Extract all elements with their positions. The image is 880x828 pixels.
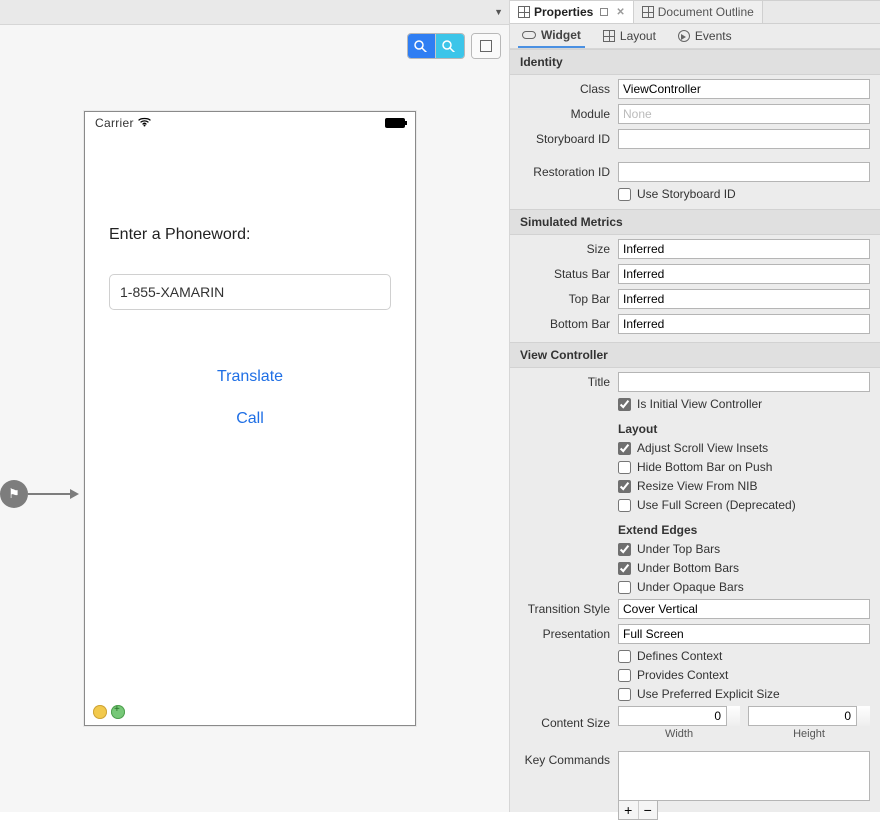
call-button[interactable]: Call [109,410,391,428]
extend-edges-heading: Extend Edges [618,523,870,537]
module-input[interactable] [618,104,870,124]
class-label: Class [520,82,618,96]
topbar-label: Top Bar [520,292,618,306]
resize-from-nib-checkbox[interactable] [618,480,631,493]
storyboard-id-label: Storyboard ID [520,132,618,146]
transition-select[interactable]: Cover Vertical [618,599,870,619]
module-label: Module [520,107,618,121]
section-identity: Identity [510,49,880,75]
bottombar-label: Bottom Bar [520,317,618,331]
bottombar-select[interactable]: Inferred [618,314,870,334]
topbar-select[interactable]: Inferred [618,289,870,309]
key-commands-remove-button[interactable]: − [639,801,658,819]
section-simulated-metrics: Simulated Metrics [510,209,880,235]
adjust-scroll-insets-checkbox[interactable] [618,442,631,455]
under-bottom-bars-checkbox[interactable] [618,562,631,575]
transition-label: Transition Style [520,602,618,616]
title-input[interactable] [618,372,870,392]
hide-bottom-bar-checkbox[interactable] [618,461,631,474]
scene-view-controller[interactable]: Carrier Enter a Phoneword: 1-855-XAMARIN… [84,111,416,726]
close-panel-icon[interactable]: ✕ [616,7,624,18]
phoneword-textfield[interactable]: 1-855-XAMARIN [109,274,391,310]
translate-button[interactable]: Translate [109,368,391,386]
phoneword-prompt: Enter a Phoneword: [109,226,391,244]
size-label: Size [520,242,618,256]
scene-dock [93,705,125,719]
designer-pane: ▼ ⚑ [0,0,510,812]
full-screen-checkbox[interactable] [618,499,631,512]
provides-context-checkbox[interactable] [618,669,631,682]
bounds-icon [480,40,492,52]
height-stepper[interactable] [856,706,870,726]
events-icon [678,30,690,42]
entry-flag-icon: ⚑ [0,480,28,508]
panel-dropdown-icon[interactable]: ▼ [494,7,503,17]
panel-undock-icon[interactable] [600,8,608,16]
constraint-mode-2-button[interactable] [436,34,464,58]
content-width-input[interactable] [618,706,740,726]
designer-topbar: ▼ [0,0,509,25]
widget-icon [522,31,536,39]
subtab-widget[interactable]: Widget [518,24,585,48]
storyboard-id-input[interactable] [618,129,870,149]
simulated-status-bar: Carrier [85,112,415,134]
under-opaque-bars-checkbox[interactable] [618,581,631,594]
class-select[interactable]: ViewController [618,79,870,99]
inspector-subtabs: Widget Layout Events [510,24,880,49]
use-storyboard-id-checkbox[interactable] [618,188,631,201]
subtab-events[interactable]: Events [674,25,736,47]
content-height-input[interactable] [748,706,870,726]
properties-icon [518,6,530,18]
layout-heading: Layout [618,422,870,436]
defines-context-checkbox[interactable] [618,650,631,663]
restoration-id-input[interactable] [618,162,870,182]
tab-document-outline[interactable]: Document Outline [634,1,763,23]
height-sub-label: Height [793,728,825,740]
carrier-label: Carrier [95,116,134,130]
tab-properties[interactable]: Properties ✕ [510,1,634,23]
content-size-label: Content Size [520,716,618,730]
preferred-explicit-size-checkbox[interactable] [618,688,631,701]
designer-toolbar [0,25,509,67]
width-sub-label: Width [665,728,693,740]
wifi-icon [138,116,151,130]
battery-icon [385,118,405,128]
document-outline-icon [642,6,654,18]
key-commands-add-button[interactable]: + [619,801,639,819]
presentation-label: Presentation [520,627,618,641]
width-stepper[interactable] [726,706,740,726]
subtab-layout[interactable]: Layout [599,25,660,47]
is-initial-vc-checkbox[interactable] [618,398,631,411]
presentation-select[interactable]: Full Screen [618,624,870,644]
section-view-controller: View Controller [510,342,880,368]
layout-icon [603,30,615,42]
toggle-bounds-button[interactable] [472,34,500,58]
statusbar-label: Status Bar [520,267,618,281]
title-label: Title [520,375,618,389]
key-commands-list[interactable] [618,751,870,801]
key-commands-label: Key Commands [520,751,618,767]
initial-scene-arrow[interactable]: ⚑ [0,480,79,508]
add-control-icon[interactable] [111,705,125,719]
restoration-id-label: Restoration ID [520,165,618,179]
statusbar-select[interactable]: Inferred [618,264,870,284]
inspector-tabbar: Properties ✕ Document Outline [510,1,880,24]
under-top-bars-checkbox[interactable] [618,543,631,556]
size-select[interactable]: Inferred [618,239,870,259]
warning-icon[interactable] [93,705,107,719]
storyboard-canvas[interactable]: ⚑ Carrier Enter a Phoneword: [0,67,509,812]
constraint-mode-1-button[interactable] [408,34,436,58]
